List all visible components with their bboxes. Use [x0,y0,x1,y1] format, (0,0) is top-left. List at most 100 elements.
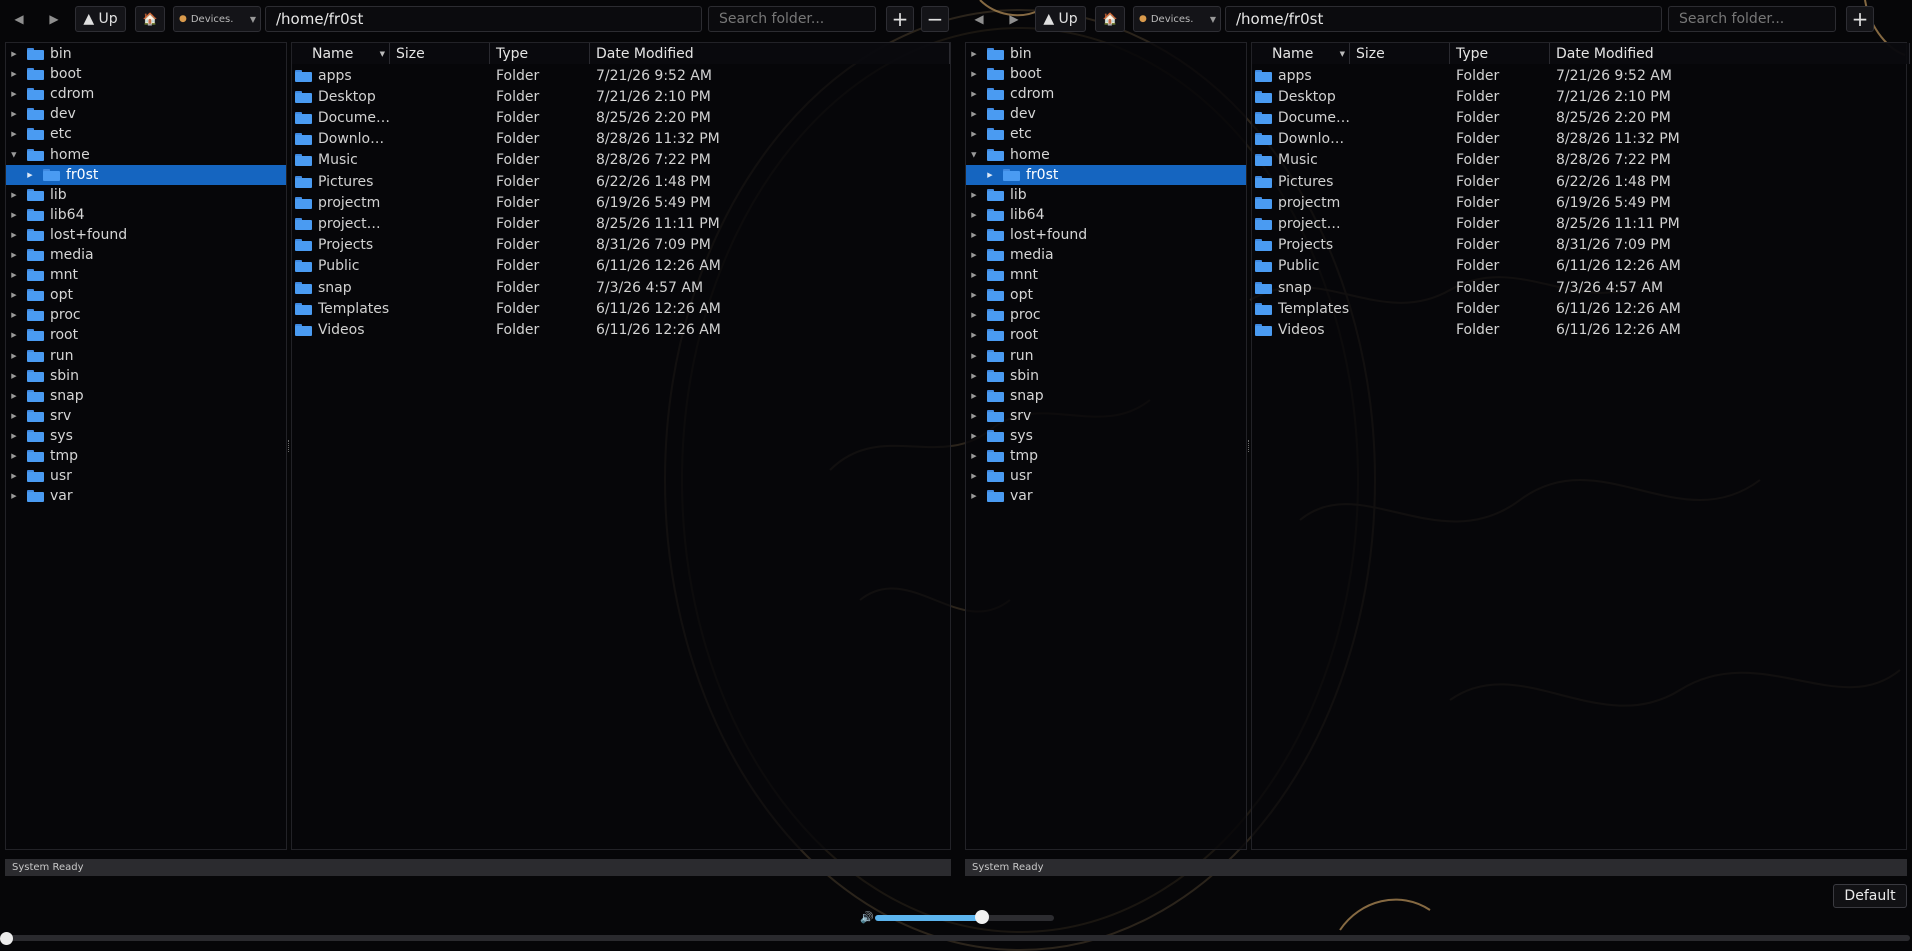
file-row[interactable]: Docume… Folder 8/25/26 2:20 PM [292,107,950,128]
tree-item-var[interactable]: ▶ var [6,486,286,506]
chevron-right-icon[interactable]: ▶ [9,50,19,58]
folder-tree[interactable]: ▶ bin ▶ boot ▶ cdrom ▶ dev ▶ etc ▶ home ▶ fr0st ▶ lib ▶ l… [965,42,1247,850]
chevron-right-icon[interactable]: ▶ [9,392,19,400]
column-header-name[interactable]: Name ▼ [292,43,390,64]
tree-item-media[interactable]: ▶ media [966,245,1246,265]
file-row[interactable]: Downlo… Folder 8/28/26 11:32 PM [292,129,950,150]
file-list[interactable]: Name ▼ Size Type Date Modified apps Folder 7/21… [1251,42,1910,850]
tree-item-srv[interactable]: ▶ srv [966,406,1246,426]
chevron-right-icon[interactable]: ▶ [969,492,979,500]
file-row[interactable]: apps Folder 7/21/26 9:52 AM [1252,65,1906,86]
chevron-right-icon[interactable]: ▶ [9,211,19,219]
chevron-right-icon[interactable]: ▶ [969,110,979,118]
add-button[interactable]: + [886,6,914,32]
default-preset-button[interactable]: Default [1833,884,1907,908]
folder-tree[interactable]: ▶ bin ▶ boot ▶ cdrom ▶ dev ▶ etc ▶ home ▶ fr0st ▶ lib ▶ l… [5,42,287,850]
file-row[interactable]: Music Folder 8/28/26 7:22 PM [1252,150,1906,171]
chevron-right-icon[interactable]: ▶ [9,90,19,98]
chevron-right-icon[interactable]: ▶ [969,331,979,339]
tree-item-home[interactable]: ▶ home [966,145,1246,165]
tree-item-lib64[interactable]: ▶ lib64 [966,205,1246,225]
tree-item-snap[interactable]: ▶ snap [966,386,1246,406]
file-row[interactable]: Projects Folder 8/31/26 7:09 PM [1252,235,1906,256]
chevron-right-icon[interactable]: ▶ [969,291,979,299]
column-header-date[interactable]: Date Modified [590,43,950,64]
column-header-size[interactable]: Size [1350,43,1450,64]
devices-dropdown[interactable]: ● Devices. ▼ [1133,6,1221,32]
column-header-size[interactable]: Size [390,43,490,64]
chevron-right-icon[interactable]: ▶ [969,50,979,58]
chevron-right-icon[interactable]: ▶ [9,251,19,259]
file-row[interactable]: Videos Folder 6/11/26 12:26 AM [292,319,950,340]
seek-handle[interactable] [0,932,13,945]
file-row[interactable]: projectm Folder 6/19/26 5:49 PM [292,192,950,213]
tree-item-fr0st[interactable]: ▶ fr0st [966,164,1246,185]
chevron-right-icon[interactable]: ▶ [969,231,979,239]
file-row[interactable]: Templates Folder 6/11/26 12:26 AM [1252,298,1906,319]
file-row[interactable]: Pictures Folder 6/22/26 1:48 PM [1252,171,1906,192]
file-row[interactable]: Desktop Folder 7/21/26 2:10 PM [1252,86,1906,107]
back-button[interactable]: ◀ [966,6,992,32]
file-row[interactable]: project… Folder 8/25/26 11:11 PM [1252,213,1906,234]
column-header-type[interactable]: Type [490,43,590,64]
column-header-date[interactable]: Date Modified [1550,43,1910,64]
tree-item-cdrom[interactable]: ▶ cdrom [966,84,1246,104]
chevron-right-icon[interactable]: ▶ [9,452,19,460]
tree-item-dev[interactable]: ▶ dev [966,104,1246,124]
tree-item-sys[interactable]: ▶ sys [6,426,286,446]
chevron-right-icon[interactable]: ▶ [9,70,19,78]
file-list[interactable]: Name ▼ Size Type Date Modified apps Folder 7/21… [291,42,951,850]
tree-item-etc[interactable]: ▶ etc [6,124,286,144]
file-row[interactable]: Downlo… Folder 8/28/26 11:32 PM [1252,129,1906,150]
tree-item-opt[interactable]: ▶ opt [6,285,286,305]
file-row[interactable]: snap Folder 7/3/26 4:57 AM [1252,277,1906,298]
devices-dropdown[interactable]: ● Devices. ▼ [173,6,261,32]
tree-item-lost-found[interactable]: ▶ lost+found [966,225,1246,245]
up-button[interactable]: ▲ Up [75,6,126,32]
tree-item-bin[interactable]: ▶ bin [966,44,1246,64]
chevron-right-icon[interactable]: ▶ [9,311,19,319]
chevron-right-icon[interactable]: ▶ [969,90,979,98]
tree-item-proc[interactable]: ▶ proc [6,305,286,325]
chevron-right-icon[interactable]: ▶ [9,130,19,138]
chevron-right-icon[interactable]: ▶ [969,452,979,460]
file-row[interactable]: Videos Folder 6/11/26 12:26 AM [1252,319,1906,340]
tree-item-run[interactable]: ▶ run [966,346,1246,366]
file-row[interactable]: Music Folder 8/28/26 7:22 PM [292,150,950,171]
tree-item-fr0st[interactable]: ▶ fr0st [6,164,286,185]
tree-item-lib[interactable]: ▶ lib [6,185,286,205]
chevron-right-icon[interactable]: ▶ [969,432,979,440]
chevron-down-icon[interactable]: ▶ [10,150,18,160]
tree-item-sbin[interactable]: ▶ sbin [966,366,1246,386]
file-row[interactable]: Docume… Folder 8/25/26 2:20 PM [1252,107,1906,128]
tree-item-boot[interactable]: ▶ boot [6,64,286,84]
file-row[interactable]: Desktop Folder 7/21/26 2:10 PM [292,86,950,107]
chevron-right-icon[interactable]: ▶ [969,372,979,380]
tree-item-run[interactable]: ▶ run [6,346,286,366]
chevron-right-icon[interactable]: ▶ [9,331,19,339]
tree-item-srv[interactable]: ▶ srv [6,406,286,426]
file-row[interactable]: snap Folder 7/3/26 4:57 AM [292,277,950,298]
tree-item-cdrom[interactable]: ▶ cdrom [6,84,286,104]
chevron-right-icon[interactable]: ▶ [969,392,979,400]
chevron-right-icon[interactable]: ▶ [969,311,979,319]
search-input[interactable]: Search folder... [1668,6,1836,32]
tree-item-root[interactable]: ▶ root [6,325,286,345]
chevron-right-icon[interactable]: ▶ [9,412,19,420]
file-row[interactable]: project… Folder 8/25/26 11:11 PM [292,213,950,234]
chevron-right-icon[interactable]: ▶ [9,472,19,480]
file-row[interactable]: Public Folder 6/11/26 12:26 AM [292,256,950,277]
up-button[interactable]: ▲ Up [1035,6,1086,32]
path-input[interactable]: /home/fr0st [265,6,702,32]
back-button[interactable]: ◀ [6,6,32,32]
tree-item-lost-found[interactable]: ▶ lost+found [6,225,286,245]
volume-slider[interactable] [875,910,1054,924]
column-header-type[interactable]: Type [1450,43,1550,64]
file-row[interactable]: apps Folder 7/21/26 9:52 AM [292,65,950,86]
tree-item-snap[interactable]: ▶ snap [6,386,286,406]
tree-item-dev[interactable]: ▶ dev [6,104,286,124]
tree-item-tmp[interactable]: ▶ tmp [966,446,1246,466]
forward-button[interactable]: ▶ [1001,6,1027,32]
tree-item-bin[interactable]: ▶ bin [6,44,286,64]
home-button[interactable]: 🏠 [135,6,165,32]
